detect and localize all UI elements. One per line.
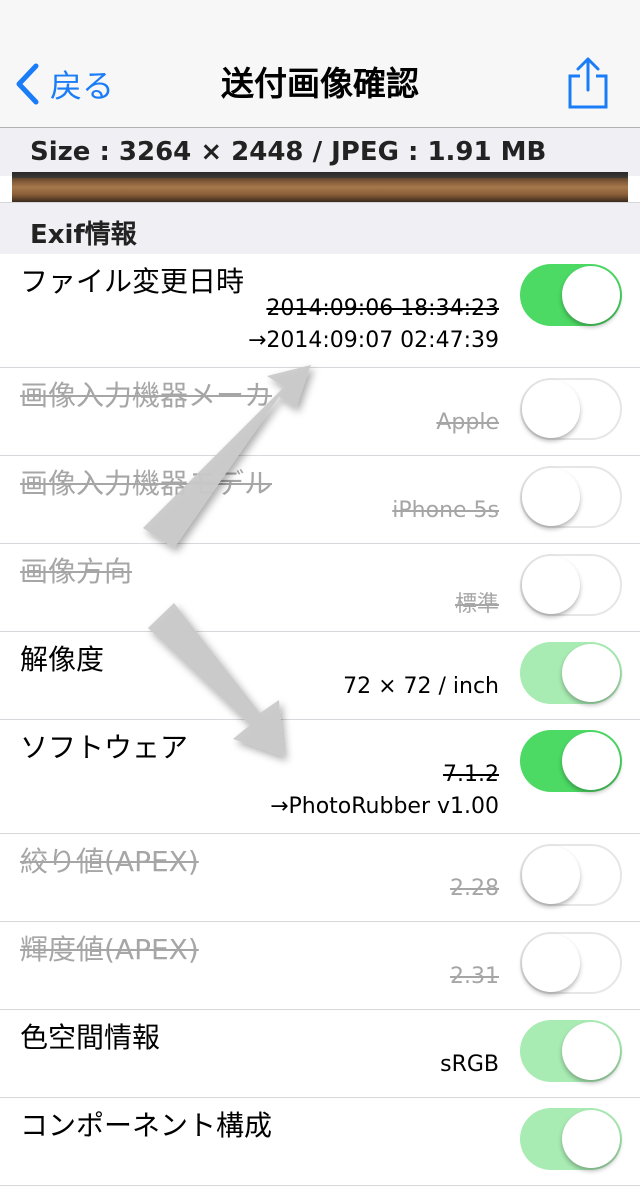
switch-knob — [562, 1022, 620, 1080]
toggle-switch[interactable] — [520, 1020, 622, 1082]
list-item-orientation: 画像方向 標準 — [0, 544, 640, 632]
row-value: sRGB — [440, 1052, 499, 1077]
row-value: Apple — [436, 410, 499, 435]
switch-knob — [522, 846, 580, 904]
row-label: 絞り値(APEX) — [20, 845, 199, 878]
list-item-brightness: 輝度値(APEX) 2.31 — [0, 922, 640, 1010]
list-item-color-space: 色空間情報 sRGB — [0, 1010, 640, 1098]
share-button[interactable] — [566, 56, 610, 110]
toggle-switch[interactable] — [520, 730, 622, 792]
switch-knob — [562, 266, 620, 324]
switch-knob — [562, 644, 620, 702]
switch-knob — [522, 556, 580, 614]
row-value: iPhone 5s — [392, 498, 499, 523]
list-item-software: ソフトウェア 7.1.2 →PhotoRubber v1.00 — [0, 720, 640, 834]
row-label: 輝度値(APEX) — [20, 933, 199, 966]
list-item-camera-model: 画像入力機器モデル iPhone 5s — [0, 456, 640, 544]
row-label: 画像方向 — [20, 555, 133, 588]
row-value: 72 × 72 / inch — [343, 674, 499, 699]
section-header-exif: Exif情報 — [30, 220, 137, 250]
list-item-resolution: 解像度 72 × 72 / inch — [0, 632, 640, 720]
list-item-aperture: 絞り値(APEX) 2.28 — [0, 834, 640, 922]
row-label: 解像度 — [20, 643, 105, 676]
toggle-switch[interactable] — [520, 642, 622, 704]
image-thumbnail — [12, 172, 628, 202]
toggle-switch[interactable] — [520, 264, 622, 326]
row-value: 2.31 — [450, 964, 499, 989]
exif-list: ファイル変更日時 2014:09:06 18:34:23 →2014:09:07… — [0, 254, 640, 1186]
page-title: 送付画像確認 — [221, 64, 419, 103]
new-value: →PhotoRubber v1.00 — [270, 794, 499, 819]
switch-knob — [562, 732, 620, 790]
row-label: ソフトウェア — [20, 731, 189, 764]
toggle-switch[interactable] — [520, 1108, 622, 1170]
row-value: 標準 — [454, 592, 499, 617]
share-icon — [568, 57, 608, 109]
row-label: ファイル変更日時 — [20, 265, 245, 298]
row-value: 2.28 — [450, 876, 499, 901]
list-item-components: コンポーネント構成 — [0, 1098, 640, 1186]
row-label: 画像入力機器メーカ — [20, 379, 273, 412]
list-item-camera-make: 画像入力機器メーカ Apple — [0, 368, 640, 456]
old-value: 7.1.2 — [443, 762, 499, 787]
switch-knob — [522, 468, 580, 526]
navigation-bar: 戻る 送付画像確認 — [0, 0, 640, 128]
switch-knob — [562, 1110, 620, 1168]
list-item-file-modified: ファイル変更日時 2014:09:06 18:34:23 →2014:09:07… — [0, 254, 640, 368]
toggle-switch[interactable] — [520, 932, 622, 994]
switch-knob — [522, 380, 580, 438]
old-value: 2014:09:06 18:34:23 — [266, 296, 499, 321]
new-value: →2014:09:07 02:47:39 — [247, 328, 499, 353]
toggle-switch[interactable] — [520, 844, 622, 906]
switch-knob — [522, 934, 580, 992]
row-label: コンポーネント構成 — [20, 1109, 273, 1142]
row-label: 画像入力機器モデル — [20, 467, 273, 500]
toggle-switch[interactable] — [520, 378, 622, 440]
image-info: Size : 3264 × 2448 / JPEG : 1.91 MB — [0, 128, 640, 176]
toggle-switch[interactable] — [520, 466, 622, 528]
toggle-switch[interactable] — [520, 554, 622, 616]
row-label: 色空間情報 — [20, 1021, 161, 1054]
